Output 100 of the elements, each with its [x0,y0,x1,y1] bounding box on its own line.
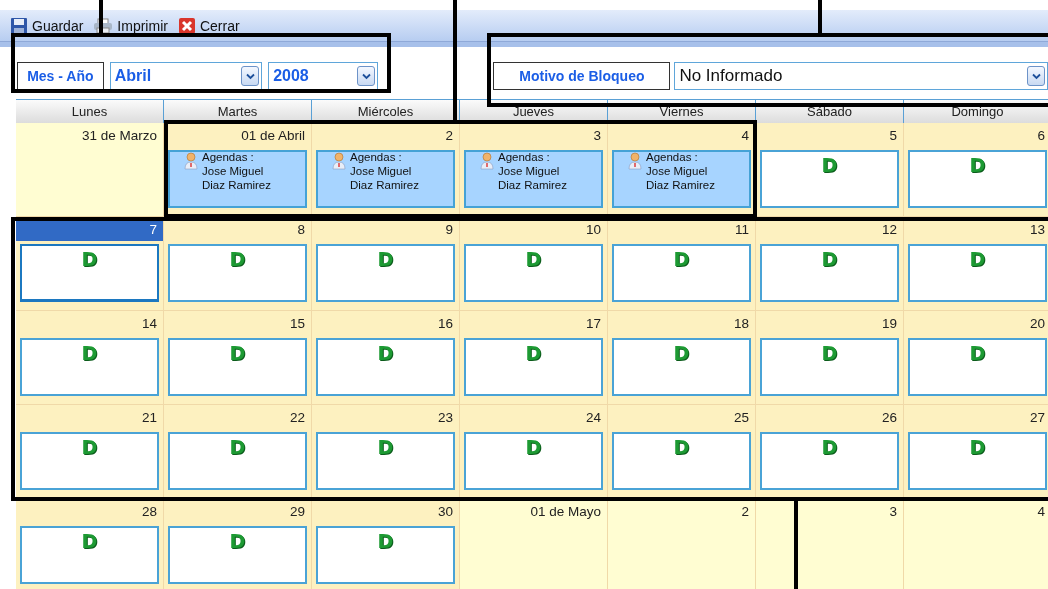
availability-slot[interactable]: D [612,432,751,490]
day-number[interactable]: 3 [756,499,903,523]
availability-slot[interactable]: D [168,338,307,396]
day-cell[interactable]: 16 D [312,311,460,405]
day-number[interactable]: 31 de Marzo [16,123,163,147]
availability-slot[interactable]: D [20,432,159,490]
month-select[interactable]: Abril [109,62,263,90]
day-cell[interactable]: 23 D [312,405,460,499]
day-number[interactable]: 16 [312,311,459,335]
availability-slot[interactable]: D [20,526,159,584]
close-button[interactable]: Cerrar [177,16,240,35]
availability-slot[interactable]: D [464,432,603,490]
day-number[interactable]: 17 [460,311,607,335]
day-number[interactable]: 6 [904,123,1048,147]
day-cell[interactable]: 22 D [164,405,312,499]
day-cell[interactable]: 19 D [756,311,904,405]
dropdown-button[interactable] [357,66,376,86]
availability-slot[interactable]: D [168,432,307,490]
availability-slot[interactable]: D [760,150,899,208]
day-number[interactable]: 19 [756,311,903,335]
day-number[interactable]: 5 [756,123,903,147]
day-number[interactable]: 28 [16,499,163,523]
day-number[interactable]: 21 [16,405,163,429]
day-cell[interactable]: 27 D [904,405,1048,499]
availability-slot[interactable]: D [20,338,159,396]
day-number[interactable]: 4 [608,123,755,147]
day-cell[interactable]: 26 D [756,405,904,499]
availability-slot[interactable]: D [464,244,603,302]
day-cell[interactable]: 29 D [164,499,312,589]
day-number[interactable]: 01 de Mayo [460,499,607,523]
day-number[interactable]: 23 [312,405,459,429]
availability-slot[interactable]: D [464,338,603,396]
day-number[interactable]: 2 [312,123,459,147]
day-number[interactable]: 24 [460,405,607,429]
availability-slot[interactable]: D [168,244,307,302]
day-cell[interactable]: 17 D [460,311,608,405]
availability-slot[interactable]: D [168,526,307,584]
year-select[interactable]: 2008 [268,62,379,90]
day-cell[interactable]: 24 D [460,405,608,499]
day-number[interactable]: 30 [312,499,459,523]
day-cell[interactable]: 3 Agendas : Jose Miguel Diaz Ramirez [460,123,608,217]
day-cell[interactable]: 4 [904,499,1048,589]
day-number[interactable]: 22 [164,405,311,429]
day-number[interactable]: 25 [608,405,755,429]
day-cell[interactable]: 4 Agendas : Jose Miguel Diaz Ramirez [608,123,756,217]
availability-slot[interactable]: D [316,244,455,302]
day-cell[interactable]: 01 de Mayo [460,499,608,589]
availability-slot[interactable]: D [20,244,159,302]
day-cell[interactable]: 3 [756,499,904,589]
day-cell[interactable]: 18 D [608,311,756,405]
availability-slot[interactable]: D [908,244,1047,302]
day-number[interactable]: 01 de Abril [164,123,311,147]
availability-slot[interactable]: D [316,526,455,584]
day-number[interactable]: 20 [904,311,1048,335]
day-cell[interactable]: 28 D [16,499,164,589]
agenda-entry[interactable]: Agendas : Jose Miguel Diaz Ramirez [612,150,751,208]
availability-slot[interactable]: D [760,244,899,302]
day-number[interactable]: 12 [756,217,903,241]
day-number[interactable]: 13 [904,217,1048,241]
day-number[interactable]: 9 [312,217,459,241]
day-cell[interactable]: 6 D [904,123,1048,217]
day-number[interactable]: 11 [608,217,755,241]
day-number[interactable]: 26 [756,405,903,429]
day-number[interactable]: 10 [460,217,607,241]
availability-slot[interactable]: D [612,244,751,302]
day-cell[interactable]: 30 D [312,499,460,589]
availability-slot[interactable]: D [908,432,1047,490]
day-number[interactable]: 29 [164,499,311,523]
day-cell[interactable]: 2 [608,499,756,589]
print-button[interactable]: Imprimir [93,17,168,34]
day-number[interactable]: 18 [608,311,755,335]
day-number[interactable]: 8 [164,217,311,241]
day-cell[interactable]: 14 D [16,311,164,405]
day-number[interactable]: 14 [16,311,163,335]
availability-slot[interactable]: D [612,338,751,396]
day-cell[interactable]: 31 de Marzo [16,123,164,217]
day-cell[interactable]: 21 D [16,405,164,499]
day-cell[interactable]: 2 Agendas : Jose Miguel Diaz Ramirez [312,123,460,217]
agenda-entry[interactable]: Agendas : Jose Miguel Diaz Ramirez [464,150,603,208]
save-button[interactable]: Guardar [10,16,84,35]
availability-slot[interactable]: D [316,338,455,396]
availability-slot[interactable]: D [760,432,899,490]
day-cell[interactable]: 20 D [904,311,1048,405]
block-reason-select[interactable]: No Informado [674,62,1048,90]
day-number[interactable]: 2 [608,499,755,523]
day-number[interactable]: 3 [460,123,607,147]
day-cell[interactable]: 25 D [608,405,756,499]
day-number[interactable]: 4 [904,499,1048,523]
availability-slot[interactable]: D [316,432,455,490]
day-cell[interactable]: 5 D [756,123,904,217]
agenda-entry[interactable]: Agendas : Jose Miguel Diaz Ramirez [168,150,307,208]
day-number[interactable]: 15 [164,311,311,335]
agenda-entry[interactable]: Agendas : Jose Miguel Diaz Ramirez [316,150,455,208]
availability-slot[interactable]: D [908,338,1047,396]
day-cell[interactable]: 15 D [164,311,312,405]
availability-slot[interactable]: D [760,338,899,396]
dropdown-button[interactable] [1027,66,1045,86]
day-number[interactable]: 27 [904,405,1048,429]
dropdown-button[interactable] [241,66,260,86]
availability-slot[interactable]: D [908,150,1047,208]
